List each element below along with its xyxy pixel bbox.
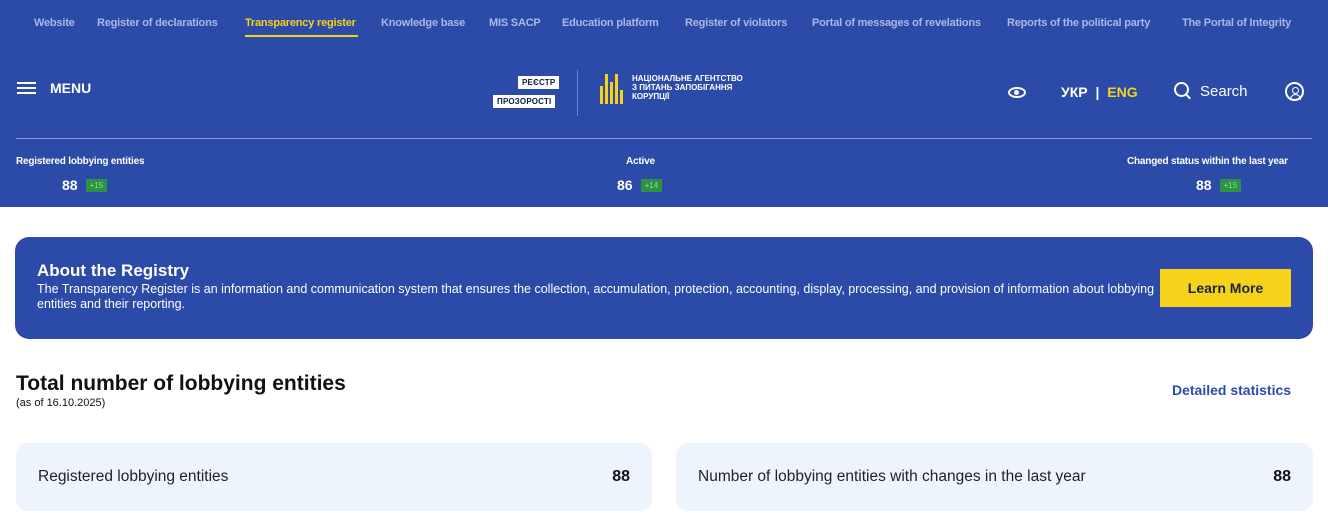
stat-delta-badge: +15	[85, 178, 108, 192]
section-date: (as of 16.10.2025)	[16, 397, 106, 409]
agency-name: НАЦІОНАЛЬНЕ АГЕНТСТВО З ПИТАНЬ ЗАПОБІГАН…	[632, 74, 743, 101]
hamburger-icon	[17, 81, 36, 95]
logo-text-bottom: ПРОЗОРОСТІ	[493, 95, 556, 108]
stat-value-active: 86 +14	[617, 177, 663, 193]
about-registry-banner: About the Registry The Transparency Regi…	[15, 237, 1313, 339]
nav-link-mis-sacp[interactable]: MIS SACP	[489, 17, 541, 29]
nav-link-knowledge-base[interactable]: Knowledge base	[381, 17, 465, 29]
nav-link-portal-of-messages[interactable]: Portal of messages of revelations	[812, 17, 981, 29]
stat-value-changed-status: 88 +15	[1196, 177, 1242, 193]
card-value: 88	[1273, 468, 1291, 485]
header-divider	[16, 138, 1312, 139]
lang-option-eng[interactable]: ENG	[1107, 84, 1137, 100]
about-title: About the Registry	[37, 261, 190, 280]
site-header: Website Register of declarations Transpa…	[0, 0, 1328, 207]
stat-label-changed-status: Changed status within the last year	[1127, 156, 1288, 167]
stat-card-registered: Registered lobbying entities 88	[16, 443, 652, 511]
lang-option-ukr[interactable]: УКР	[1061, 84, 1088, 100]
nav-link-education-platform[interactable]: Education platform	[562, 17, 659, 29]
active-nav-underline	[245, 35, 358, 37]
stat-label-active: Active	[626, 156, 655, 167]
stat-label-registered: Registered lobbying entities	[16, 156, 145, 167]
card-label: Registered lobbying entities	[38, 468, 229, 485]
search-button[interactable]: Search	[1174, 82, 1248, 100]
top-navigation: Website Register of declarations Transpa…	[0, 0, 1328, 48]
stat-value-registered: 88 +15	[62, 177, 108, 193]
card-label: Number of lobbying entities with changes…	[698, 468, 1086, 485]
learn-more-button[interactable]: Learn More	[1160, 269, 1291, 307]
about-description: The Transparency Register is an informat…	[37, 282, 1155, 311]
stat-number: 88	[62, 177, 78, 193]
search-label: Search	[1200, 82, 1248, 100]
logo-divider	[577, 70, 578, 116]
nav-link-political-party-reports[interactable]: Reports of the political party	[1007, 17, 1150, 29]
search-icon	[1174, 82, 1192, 100]
agency-emblem-icon	[600, 74, 626, 104]
stat-number: 86	[617, 177, 633, 193]
lang-separator: |	[1095, 84, 1100, 100]
section-title: Total number of lobbying entities	[16, 372, 346, 395]
stat-number: 88	[1196, 177, 1212, 193]
user-account-icon[interactable]	[1285, 82, 1304, 101]
logo-text-top: РЕЄСТР	[518, 76, 560, 89]
nav-link-portal-of-integrity[interactable]: The Portal of Integrity	[1182, 17, 1291, 29]
nav-link-register-of-declarations[interactable]: Register of declarations	[97, 17, 218, 29]
nav-link-register-of-violators[interactable]: Register of violators	[685, 17, 787, 29]
menu-label: MENU	[50, 80, 92, 96]
nav-link-transparency-register[interactable]: Transparency register	[245, 17, 356, 29]
stat-card-changes-last-year: Number of lobbying entities with changes…	[676, 443, 1313, 511]
stat-delta-badge: +15	[1219, 178, 1242, 192]
nav-link-website[interactable]: Website	[34, 17, 75, 29]
accessibility-eye-icon[interactable]	[1008, 87, 1026, 98]
detailed-statistics-link[interactable]: Detailed statistics	[1172, 382, 1291, 398]
menu-button[interactable]: MENU	[17, 80, 91, 96]
stat-delta-badge: +14	[640, 178, 663, 192]
card-value: 88	[612, 468, 630, 485]
language-switcher: УКР | ENG	[1061, 84, 1138, 100]
